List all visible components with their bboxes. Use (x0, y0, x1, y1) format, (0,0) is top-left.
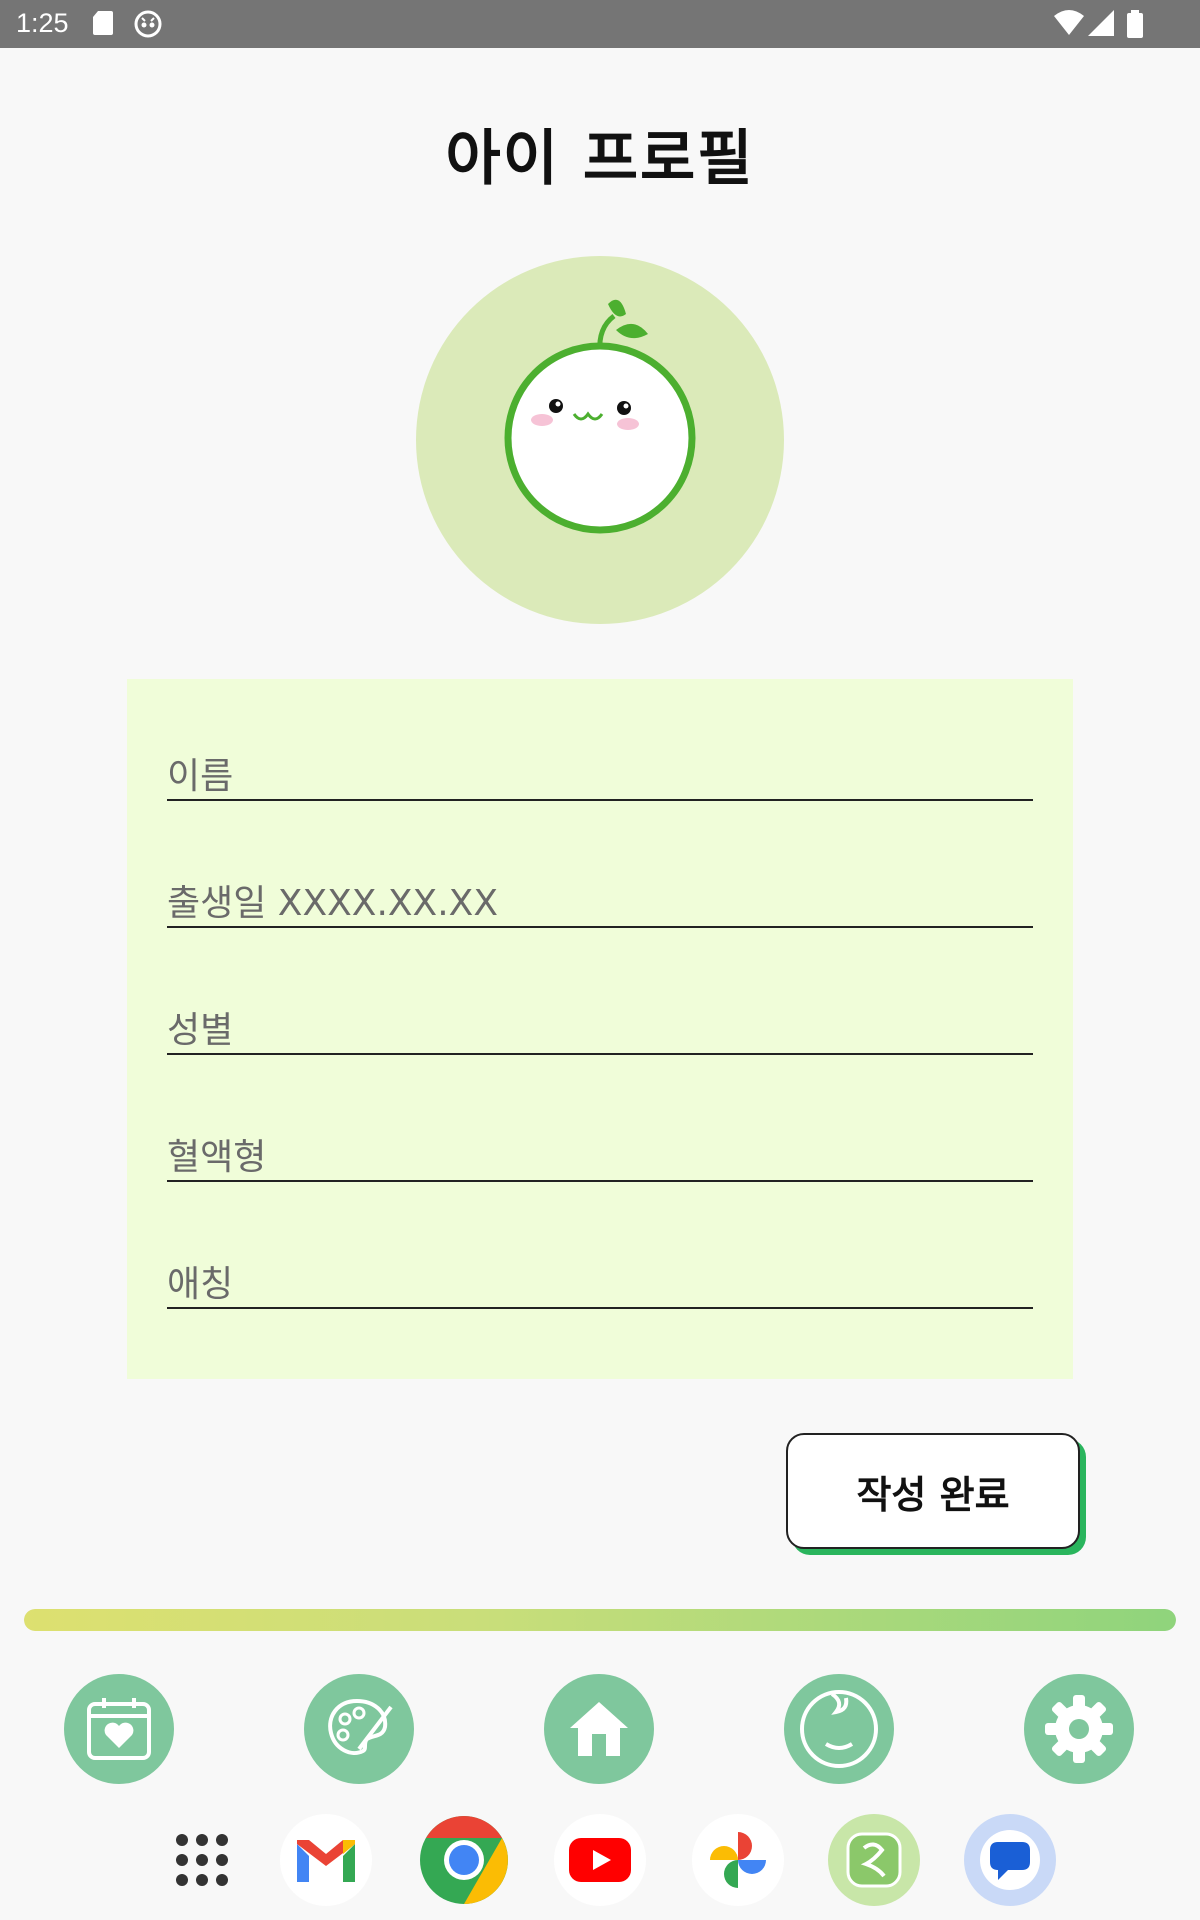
status-bar: 1:25 (0, 0, 1200, 48)
birthdate-input[interactable] (167, 883, 1033, 924)
gender-field-row (167, 983, 1033, 1055)
app-drawer-button[interactable] (156, 1814, 248, 1906)
signal-icon (1088, 10, 1114, 40)
gender-input[interactable] (167, 1010, 1033, 1051)
name-input[interactable] (167, 756, 1033, 797)
complete-button[interactable]: 작성 완료 (786, 1433, 1080, 1549)
home-icon (570, 1702, 628, 1756)
nickname-field-row (167, 1237, 1033, 1309)
battery-icon (1126, 10, 1144, 42)
youtube-icon (569, 1838, 631, 1882)
photos-app[interactable] (692, 1814, 784, 1906)
wifi-icon (1054, 10, 1084, 40)
calendar-heart-icon (87, 1698, 151, 1760)
green-app[interactable] (828, 1814, 920, 1906)
gear-icon (1045, 1695, 1113, 1763)
profile-avatar[interactable] (416, 256, 784, 624)
sd-card-icon (92, 10, 114, 40)
youtube-app[interactable] (554, 1814, 646, 1906)
progress-fill (24, 1609, 1176, 1631)
messages-icon (980, 1830, 1040, 1890)
nickname-input[interactable] (167, 1264, 1033, 1305)
palette-icon (328, 1698, 393, 1755)
chrome-icon (420, 1816, 508, 1904)
page-title: 아이 프로필 (445, 124, 755, 194)
photos-icon (710, 1832, 766, 1888)
messages-app[interactable] (964, 1814, 1056, 1906)
nav-calendar-button[interactable] (64, 1674, 174, 1784)
gmail-icon (297, 1840, 355, 1882)
baby-face-icon (800, 1690, 878, 1768)
progress-bar (24, 1609, 1176, 1631)
nav-child-button[interactable] (784, 1674, 894, 1784)
name-field-row (167, 729, 1033, 801)
robot-face-icon (134, 10, 162, 42)
gmail-app[interactable] (280, 1814, 372, 1906)
nav-settings-button[interactable] (1024, 1674, 1134, 1784)
nav-palette-button[interactable] (304, 1674, 414, 1784)
app-drawer-icon (176, 1834, 228, 1886)
profile-form-card (127, 679, 1073, 1379)
birthdate-field-row (167, 856, 1033, 928)
blood-type-input[interactable] (167, 1137, 1033, 1178)
app-green-icon (846, 1832, 902, 1888)
chrome-app[interactable] (418, 1814, 510, 1906)
status-time: 1:25 (16, 8, 69, 38)
blood-type-field-row (167, 1110, 1033, 1182)
seedling-mascot-icon (504, 299, 696, 534)
nav-home-button[interactable] (544, 1674, 654, 1784)
